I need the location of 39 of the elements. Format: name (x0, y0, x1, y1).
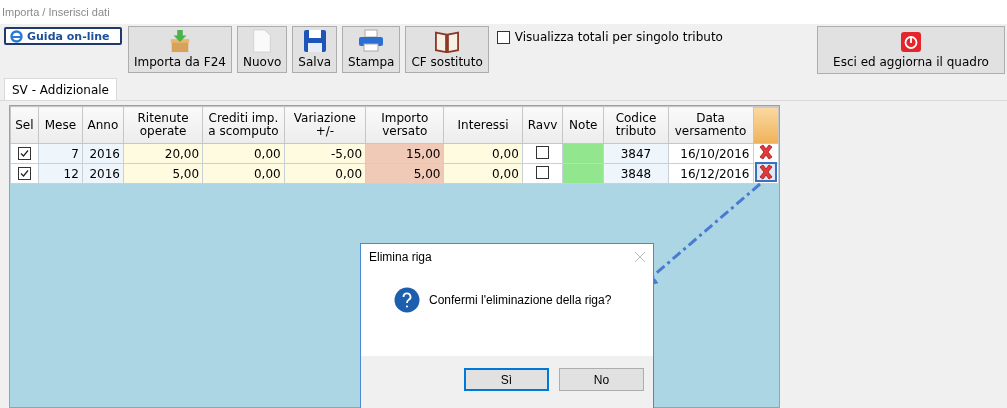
column-header: Mese (38, 106, 83, 144)
toolbar-button[interactable]: Stampa (342, 26, 401, 73)
column-header: Importo versato (365, 106, 444, 144)
checkbox[interactable] (17, 166, 31, 180)
delete-icon[interactable] (757, 164, 774, 180)
checkbox[interactable] (17, 146, 31, 160)
power-icon (901, 31, 921, 52)
window-title: Importa / Inserisci dati (2, 6, 110, 18)
book-icon (433, 29, 462, 53)
column-header: Crediti imp. a scomputo (202, 106, 285, 144)
printer-icon (357, 29, 386, 53)
tab[interactable]: SV - Addizionale (4, 78, 117, 100)
help-button[interactable]: Guida on-line (4, 27, 122, 45)
dialog-message: Confermi l'eliminazione della riga? (429, 293, 612, 307)
column-header: Ravv (522, 106, 563, 144)
dialog-button[interactable]: Sì (464, 368, 549, 391)
toolbar-button[interactable]: Importa da F24 (128, 26, 232, 73)
column-header: Codice tributo (603, 106, 669, 144)
column-header: Ritenute operate (123, 106, 203, 144)
column-header: Interessi (443, 106, 523, 144)
checkbox-label: Visualizza totali per singolo tributo (514, 30, 723, 44)
delete-icon[interactable] (757, 144, 774, 160)
toolbar-button[interactable]: Salva (292, 26, 338, 73)
page-icon (252, 29, 273, 53)
dialog-title: Elimina riga (369, 250, 432, 264)
checkbox[interactable] (536, 165, 550, 179)
toolbar-button[interactable]: Nuovo (236, 26, 288, 73)
column-header: Sel (10, 106, 39, 144)
question-icon (394, 287, 420, 313)
checkbox[interactable] (536, 145, 550, 159)
column-header: Note (562, 106, 604, 144)
toolbar-button[interactable]: CF sostituto (405, 26, 489, 73)
exit-button[interactable]: Esci ed aggiorna il quadro (817, 26, 1005, 74)
checkbox[interactable] (496, 30, 510, 44)
column-header: Variazione +/- (284, 106, 366, 144)
dialog-button[interactable]: No (559, 368, 644, 391)
browser-icon (10, 29, 23, 43)
column-header: Data versamento (668, 106, 753, 144)
column-header: Anno (82, 106, 124, 144)
